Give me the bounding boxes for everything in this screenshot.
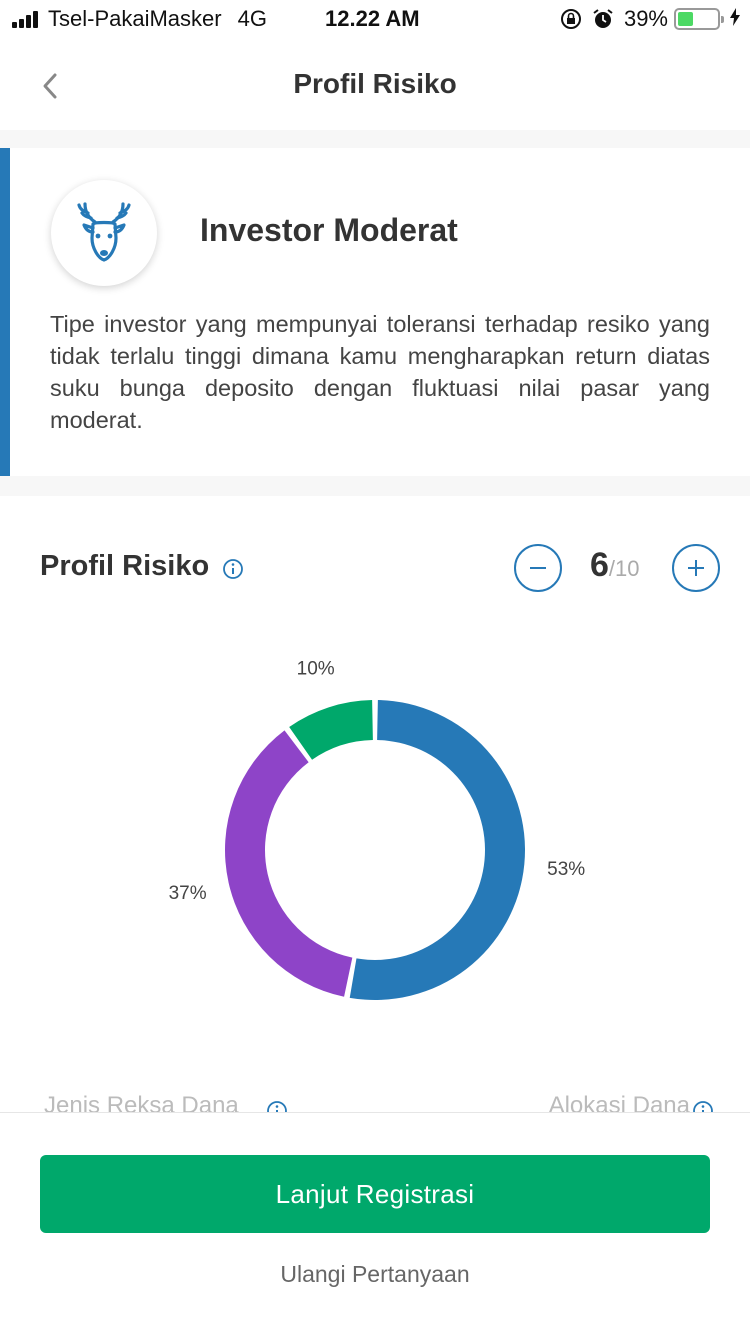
segment-label-money-market: 10% [297,658,335,679]
investor-type-title: Investor Moderat [200,212,458,248]
continue-registration-button[interactable]: Lanjut Registrasi [40,1155,710,1233]
investor-avatar [51,180,157,286]
risk-score-value: 6 [590,546,609,584]
segment-money-market [289,700,373,760]
decrease-risk-button[interactable] [514,544,562,592]
allocation-donut-chart: 53% 37% 10% [0,640,750,1040]
minus-icon [530,567,546,569]
deer-icon [77,202,131,262]
nav-bar: Profil Risiko [0,40,750,130]
risk-score: 6/10 [590,546,640,585]
status-time: 12.22 AM [325,6,420,31]
risk-profile-header: Profil Risiko 6/10 [0,540,750,600]
battery-fill [678,12,693,26]
fund-type-label: Jenis Reksa Dana [44,1092,239,1114]
status-left: Tsel-PakaiMasker 4G [12,6,291,32]
segment-label-fixed-income: 37% [169,883,207,904]
battery-icon [674,8,724,30]
bottom-action-panel: Lanjut Registrasi Ulangi Pertanyaan [0,1112,750,1334]
investor-profile-card: Investor Moderat Tipe investor yang memp… [0,148,750,476]
status-right: 39% [560,6,740,32]
investor-type-description: Tipe investor yang mempunyai toleransi t… [50,311,710,433]
segment-label-equity: 53% [547,859,585,880]
allocation-label: Alokasi Dana [548,1092,690,1114]
charging-icon [730,6,740,32]
signal-icon [12,10,40,28]
allocation-headers: Jenis Reksa Dana Alokasi Dana [0,1090,750,1114]
divider [0,130,750,148]
donut-chart-svg: 53% 37% 10% [169,658,585,1000]
divider [0,476,750,496]
risk-score-max: /10 [608,556,640,581]
carrier-name: Tsel-PakaiMasker [48,6,222,31]
risk-profile-title: Profil Risiko [40,550,210,582]
network-type: 4G [237,6,267,31]
plus-icon [688,560,704,576]
info-icon[interactable] [222,558,244,585]
card-accent-bar [0,148,10,476]
increase-risk-button[interactable] [672,544,720,592]
page-title: Profil Risiko [293,68,457,99]
segment-equity [349,700,525,1000]
retake-questions-link[interactable]: Ulangi Pertanyaan [0,1261,750,1288]
segment-fixed-income [225,730,353,997]
status-bar: Tsel-PakaiMasker 4G 12.22 AM 39% [0,0,750,40]
orientation-lock-icon [560,8,582,30]
alarm-icon [592,8,614,30]
battery-percent: 39% [623,6,668,31]
